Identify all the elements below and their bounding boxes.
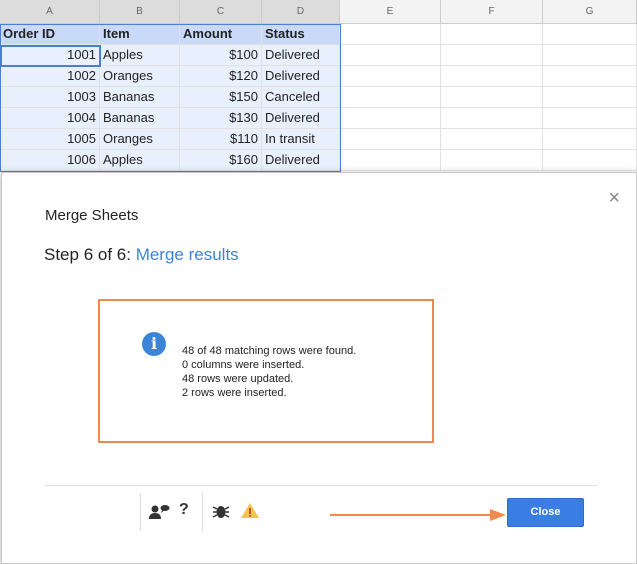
cell[interactable]	[340, 24, 441, 45]
column-header-c[interactable]: C	[180, 0, 262, 24]
cell[interactable]: Apples	[100, 150, 180, 171]
cell[interactable]: $160	[180, 150, 262, 171]
result-message: 48 rows were updated.	[182, 373, 294, 385]
cell[interactable]	[340, 87, 441, 108]
column-header-e[interactable]: E	[340, 0, 441, 24]
cell[interactable]: Bananas	[100, 108, 180, 129]
cell[interactable]: Item	[100, 24, 180, 45]
cell[interactable]: Status	[262, 24, 340, 45]
cell[interactable]: 1004	[0, 108, 100, 129]
cell[interactable]: Bananas	[100, 87, 180, 108]
divider	[202, 493, 203, 531]
table-row: 1003 Bananas $150 Canceled	[0, 87, 637, 108]
cell[interactable]	[441, 87, 543, 108]
result-message: 0 columns were inserted.	[182, 359, 305, 371]
table-row: 1005 Oranges $110 In transit	[0, 129, 637, 150]
results-messages: 48 of 48 matching rows were found. 0 col…	[182, 344, 356, 400]
cell[interactable]: In transit	[262, 129, 340, 150]
cell[interactable]: Oranges	[100, 129, 180, 150]
cell[interactable]	[340, 129, 441, 150]
cell[interactable]: $130	[180, 108, 262, 129]
cell[interactable]	[543, 108, 637, 129]
cell[interactable]: Delivered	[262, 150, 340, 171]
cell[interactable]	[441, 24, 543, 45]
cell[interactable]: 1003	[0, 87, 100, 108]
cell[interactable]	[543, 129, 637, 150]
results-box: i 48 of 48 matching rows were found. 0 c…	[98, 299, 434, 443]
merge-sheets-dialog: Merge Sheets × Step 6 of 6: Merge result…	[1, 172, 637, 564]
info-icon: i	[142, 332, 166, 356]
column-header-f[interactable]: F	[441, 0, 543, 24]
cell[interactable]: Delivered	[262, 108, 340, 129]
column-header-d[interactable]: D	[262, 0, 340, 24]
cell[interactable]	[543, 45, 637, 66]
spreadsheet-grid: A B C D E F G Order ID Item Amount Statu…	[0, 0, 637, 171]
cell[interactable]	[441, 45, 543, 66]
column-header-g[interactable]: G	[543, 0, 637, 24]
step-heading: Step 6 of 6: Merge results	[44, 245, 239, 265]
cell[interactable]: $120	[180, 66, 262, 87]
cell[interactable]	[543, 87, 637, 108]
cell[interactable]: Amount	[180, 24, 262, 45]
dialog-title: Merge Sheets	[45, 207, 139, 224]
close-icon[interactable]: ×	[608, 187, 620, 210]
warning-icon[interactable]	[240, 502, 260, 519]
table-header-row: Order ID Item Amount Status	[0, 24, 637, 45]
cell[interactable]	[441, 66, 543, 87]
cell[interactable]: 1001	[0, 45, 100, 66]
cell[interactable]: Canceled	[262, 87, 340, 108]
cell[interactable]	[543, 150, 637, 171]
cell[interactable]: Delivered	[262, 66, 340, 87]
divider	[140, 493, 141, 531]
table-row: 1001 Apples $100 Delivered	[0, 45, 637, 66]
column-header-a[interactable]: A	[0, 0, 100, 24]
column-header-row: A B C D E F G	[0, 0, 637, 24]
cell[interactable]: Order ID	[0, 24, 100, 45]
help-icon[interactable]: ?	[179, 501, 189, 519]
cell[interactable]	[441, 129, 543, 150]
feedback-icon[interactable]	[148, 504, 170, 520]
step-name: Merge results	[135, 245, 239, 264]
divider	[45, 485, 597, 486]
step-prefix: Step 6 of 6:	[44, 245, 131, 264]
cell[interactable]: 1006	[0, 150, 100, 171]
column-header-b[interactable]: B	[100, 0, 180, 24]
cell[interactable]	[441, 150, 543, 171]
cell[interactable]: 1005	[0, 129, 100, 150]
result-message: 48 of 48 matching rows were found.	[182, 345, 357, 357]
cell[interactable]	[543, 24, 637, 45]
bug-icon[interactable]	[212, 503, 230, 519]
table-row: 1004 Bananas $130 Delivered	[0, 108, 637, 129]
cell[interactable]: Delivered	[262, 45, 340, 66]
cell[interactable]	[340, 66, 441, 87]
close-button[interactable]: Close	[507, 498, 584, 527]
table-row: 1002 Oranges $120 Delivered	[0, 66, 637, 87]
cell[interactable]	[340, 150, 441, 171]
table-row: 1006 Apples $160 Delivered	[0, 150, 637, 171]
cell[interactable]: Oranges	[100, 66, 180, 87]
cell[interactable]: 1002	[0, 66, 100, 87]
cell[interactable]	[340, 45, 441, 66]
cell[interactable]: $100	[180, 45, 262, 66]
cell[interactable]: $110	[180, 129, 262, 150]
cell[interactable]	[441, 108, 543, 129]
result-message: 2 rows were inserted.	[182, 387, 287, 399]
cell[interactable]	[340, 108, 441, 129]
arrow-annotation	[330, 509, 506, 521]
cell[interactable]: Apples	[100, 45, 180, 66]
cell[interactable]: $150	[180, 87, 262, 108]
cell[interactable]	[543, 66, 637, 87]
